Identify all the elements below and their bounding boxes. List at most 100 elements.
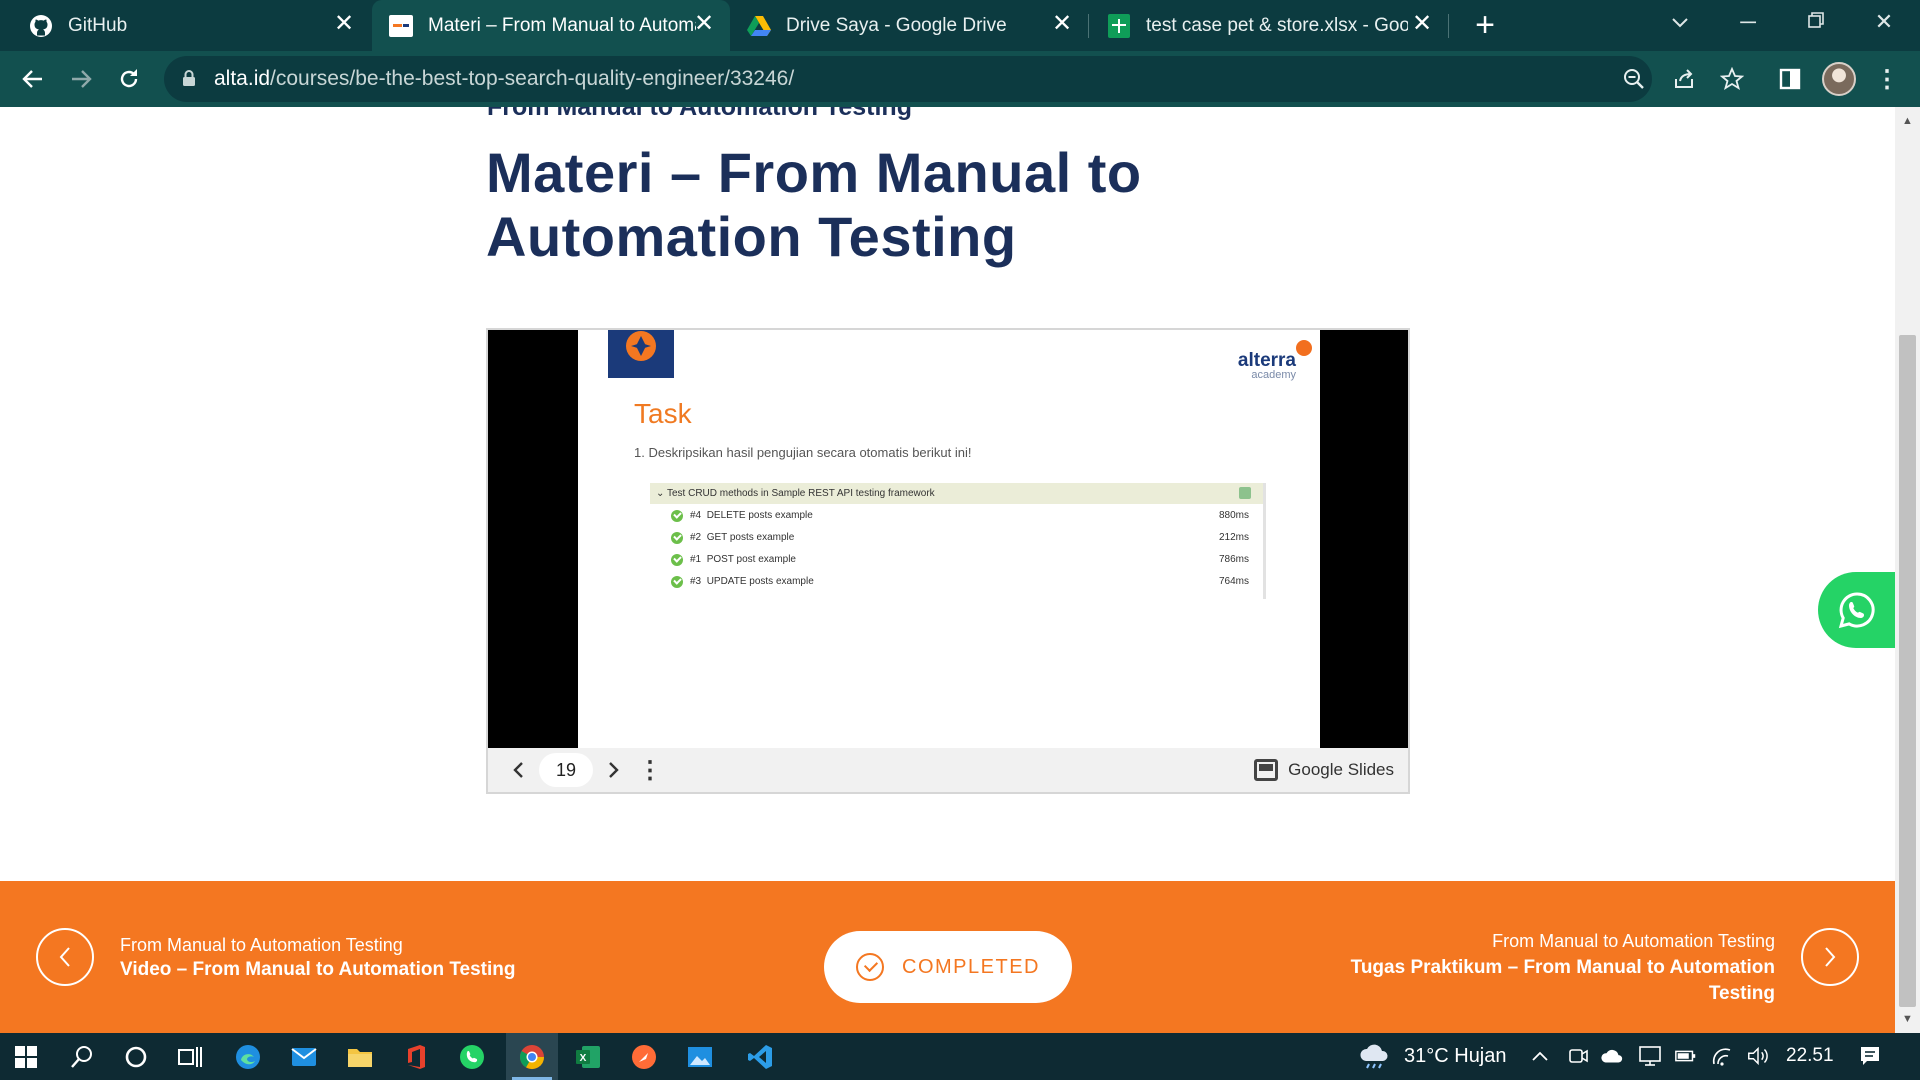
mail-icon[interactable] [278, 1033, 330, 1080]
google-slides-label: Google Slides [1288, 760, 1394, 779]
minimize-icon[interactable]: ─ [1716, 0, 1780, 44]
completed-status-button[interactable]: COMPLETED [824, 931, 1072, 1003]
wifi-icon[interactable] [1710, 1044, 1734, 1068]
chevron-right-icon [1825, 947, 1836, 967]
suite-name: Test CRUD methods in Sample REST API tes… [666, 488, 935, 499]
excel-icon[interactable]: X [562, 1033, 614, 1080]
tab-title: Materi – From Manual to Automa [428, 14, 696, 36]
close-icon[interactable]: ✕ [1050, 12, 1074, 37]
search-icon[interactable] [56, 1033, 108, 1080]
slide-page-number[interactable]: 19 [539, 753, 593, 787]
next-lesson-button[interactable] [1801, 928, 1859, 986]
chevron-down-icon: ⌄ [656, 488, 667, 499]
previous-slide-icon[interactable] [504, 756, 532, 784]
bookmark-star-icon[interactable] [1713, 60, 1751, 98]
volume-icon[interactable] [1746, 1044, 1770, 1068]
close-window-icon[interactable]: ✕ [1852, 0, 1916, 44]
completed-label: COMPLETED [902, 955, 1040, 978]
address-bar[interactable]: alta.id/courses/be-the-best-top-search-q… [164, 56, 1652, 102]
reload-icon[interactable] [110, 60, 148, 98]
alta-logo [608, 330, 674, 378]
test-results-panel: ⌄ Test CRUD methods in Sample REST API t… [650, 483, 1266, 599]
next-slide-icon[interactable] [600, 756, 628, 784]
test-name: #3 UPDATE posts example [690, 576, 814, 587]
browser-toolbar: alta.id/courses/be-the-best-top-search-q… [0, 51, 1920, 107]
lock-icon[interactable] [182, 69, 196, 92]
notification-center-icon[interactable] [1858, 1044, 1882, 1068]
pass-check-icon [671, 554, 683, 566]
pass-check-icon [671, 510, 683, 522]
back-icon[interactable] [14, 60, 52, 98]
profile-avatar[interactable] [1822, 62, 1856, 96]
test-name: #2 GET posts example [690, 532, 795, 543]
pass-check-icon [671, 576, 683, 588]
google-slides-link[interactable]: Google Slides [1254, 759, 1394, 781]
tab-github[interactable]: GitHub ✕ [0, 0, 370, 51]
vscode-icon[interactable] [734, 1033, 786, 1080]
task-view-icon[interactable] [164, 1033, 216, 1080]
test-duration: 764ms [1218, 576, 1249, 587]
test-result-row: #3 UPDATE posts example 764ms [650, 571, 1263, 593]
file-explorer-icon[interactable] [334, 1033, 386, 1080]
clock[interactable]: 22.51 [1786, 1045, 1834, 1067]
edge-icon[interactable] [222, 1033, 274, 1080]
photos-icon[interactable] [674, 1033, 726, 1080]
whatsapp-taskbar-icon[interactable] [446, 1033, 498, 1080]
close-icon[interactable]: ✕ [1410, 12, 1434, 37]
zoom-icon[interactable] [1620, 65, 1648, 93]
display-icon[interactable] [1638, 1044, 1662, 1068]
new-tab-button[interactable]: + [1467, 8, 1503, 44]
weather-text[interactable]: 31°C Hujan [1404, 1045, 1507, 1068]
test-result-row: #1 POST post example 786ms [650, 549, 1263, 571]
office-icon[interactable] [390, 1033, 442, 1080]
slides-options-icon[interactable]: ⋮ [638, 756, 662, 784]
chrome-icon[interactable] [506, 1033, 558, 1080]
battery-icon[interactable] [1674, 1044, 1698, 1068]
tab-title: GitHub [68, 14, 128, 36]
previous-lesson-link[interactable]: From Manual to Automation Testing Video … [120, 935, 516, 981]
whatsapp-chat-button[interactable] [1818, 572, 1895, 648]
chevron-left-icon [59, 947, 70, 967]
tab-separator [1448, 14, 1449, 38]
share-icon[interactable] [1665, 60, 1703, 98]
weather-cloud-icon[interactable] [1358, 1044, 1392, 1069]
close-icon[interactable]: ✕ [692, 12, 716, 37]
page-scrollbar[interactable]: ▲ ▼ [1895, 107, 1920, 1033]
chevron-up-icon[interactable] [1528, 1044, 1552, 1068]
test-result-row: #2 GET posts example 212ms [650, 527, 1263, 549]
test-duration: 212ms [1218, 532, 1249, 543]
alterra-logo: alterra academy [1238, 350, 1296, 381]
url-text: alta.id/courses/be-the-best-top-search-q… [214, 67, 794, 91]
slide-instruction: 1. Deskripsikan hasil pengujian secara o… [634, 445, 972, 460]
previous-lesson-title: Video – From Manual to Automation Testin… [120, 959, 516, 980]
postman-icon[interactable] [618, 1033, 670, 1080]
suite-header: ⌄ Test CRUD methods in Sample REST API t… [650, 483, 1263, 504]
menu-kebab-icon[interactable]: ⋮ [1868, 60, 1906, 98]
google-sheets-icon [1106, 13, 1132, 39]
scroll-down-icon[interactable]: ▼ [1895, 1009, 1920, 1029]
alta-icon [388, 13, 414, 39]
forward-icon[interactable] [62, 60, 100, 98]
next-lesson-link[interactable]: From Manual to Automation Testing Tugas … [1295, 931, 1775, 1007]
tab-title: Drive Saya - Google Drive [786, 14, 1007, 36]
side-panel-icon[interactable] [1771, 60, 1809, 98]
scrollbar-thumb[interactable] [1899, 335, 1916, 1007]
windows-start-icon[interactable] [0, 1033, 52, 1080]
restore-icon[interactable] [1784, 0, 1848, 44]
previous-lesson-button[interactable] [36, 928, 94, 986]
cortana-icon[interactable] [110, 1033, 162, 1080]
onedrive-cloud-icon[interactable] [1600, 1044, 1624, 1068]
tab-search-icon[interactable] [1648, 0, 1712, 44]
meet-now-icon[interactable] [1566, 1044, 1590, 1068]
google-slides-embed[interactable]: alterra academy Task 1. Deskripsikan has… [486, 328, 1410, 794]
test-result-row: #4 DELETE posts example 880ms [650, 505, 1263, 527]
next-lesson-title: Tugas Praktikum – From Manual to Automat… [1350, 957, 1775, 1004]
scroll-up-icon[interactable]: ▲ [1895, 111, 1920, 131]
tab-google-drive[interactable]: Drive Saya - Google Drive ✕ [730, 0, 1088, 51]
close-icon[interactable]: ✕ [332, 12, 356, 37]
tab-materi[interactable]: Materi – From Manual to Automa ✕ [372, 0, 730, 51]
page-content: From Manual to Automation Testing Materi… [0, 107, 1895, 1033]
tab-google-sheets[interactable]: test case pet & store.xlsx - Googl ✕ [1090, 0, 1448, 51]
lesson-navigation-bar: From Manual to Automation Testing Video … [0, 881, 1895, 1033]
google-slides-icon [1254, 759, 1279, 781]
